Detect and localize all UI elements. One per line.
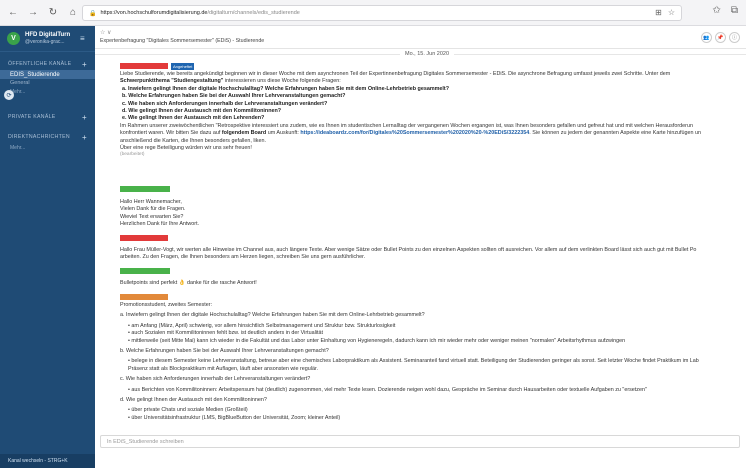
message-text: danke für die rasche Antwort!: [185, 280, 257, 286]
back-icon[interactable]: ←: [6, 6, 20, 20]
message-text: Im Rahmen unserer zweiwöchentlichen "Ret…: [120, 122, 693, 129]
message-post: Hallo Frau Müller-Vogt, wir werten alle …: [120, 235, 740, 262]
question-c: c. Wie haben sich Anforderungen innerhal…: [120, 376, 311, 383]
add-direct-message-icon[interactable]: +: [82, 133, 87, 142]
message-text: Hallo Frau Müller-Vogt, wir werten alle …: [120, 247, 697, 253]
direct-messages-header: DIREKTNACHRICHTEN +: [0, 131, 95, 143]
list-item: • über private Chats und soziale Medien …: [128, 407, 248, 414]
edited-label: (bearbeitet): [120, 152, 145, 158]
date-label: Mo., 15. Jun 2020: [400, 51, 455, 57]
message-text-bold: Schwerpunktthema "Studiengestaltung": [120, 78, 224, 85]
loading-icon: ⟳: [4, 90, 14, 100]
question-d: d. Wie gelingt Ihnen der Austausch mit d…: [120, 397, 267, 404]
redacted-username: [120, 235, 168, 241]
forward-icon[interactable]: →: [26, 6, 40, 20]
message-text: . Sie können zu jedem der genannten Aspe…: [529, 130, 702, 137]
ideaboard-link[interactable]: https://ideaboardz.com/for/Digitales%20S…: [300, 130, 529, 136]
sidebar-item-edis-studierende[interactable]: EDIS_Studierende: [0, 70, 95, 79]
url-host: https://von.hochschulforumdigitalisierun…: [100, 10, 208, 16]
message-text: Herzlichen Dank für Ihre Antwort.: [120, 221, 200, 228]
sidebar: V HFD DigitalTurn @veronika-grac... ≡ ÖF…: [0, 26, 95, 468]
sidebar-item-label: General: [10, 80, 30, 86]
redacted-username: [120, 268, 170, 274]
lock-icon: 🔒: [89, 10, 97, 17]
message-post: Bulletpoints sind perfekt 👌 danke für di…: [120, 268, 740, 287]
message-text: Wieviel Text erwarten Sie?: [120, 213, 184, 220]
workspace-name: HFD DigitalTurn: [25, 32, 71, 38]
direct-messages-label: DIREKTNACHRICHTEN: [8, 134, 70, 140]
channel-title: Expertenbefragung "Digitales Sommersemes…: [100, 38, 265, 44]
list-item: • aus Berichten von Kommilitoninnen: Arb…: [128, 386, 647, 393]
message-text: Liebe Studierende, wie bereits angekündi…: [120, 71, 671, 77]
message-input[interactable]: In EDiS_Studierende schreiben: [100, 435, 740, 448]
question-b: b. Welche Erfahrungen haben Sie bei der …: [120, 348, 329, 355]
message-text-bold: folgendem Board: [221, 130, 267, 137]
message-text: Hallo Herr Wannemacher,: [120, 199, 182, 205]
avatar: V: [7, 32, 20, 45]
public-channels-label: ÖFFENTLICHE KANÄLE: [8, 61, 72, 67]
workspace-user: @veronika-grac...: [25, 39, 65, 45]
private-channels-header: PRIVATE KANÄLE +: [0, 111, 95, 123]
members-icon[interactable]: 👥: [701, 32, 712, 43]
message-list: Mo., 15. Jun 2020 Angeheftet Liebe Studi…: [95, 49, 746, 434]
list-item: Präsenz statt als Blockpraktikum mit Auf…: [128, 365, 318, 372]
bookmark-star-icon[interactable]: ☆: [668, 8, 675, 17]
list-item: • belege in diesem Semester keine Lehrve…: [128, 358, 699, 365]
pinned-icon[interactable]: 📌: [715, 32, 726, 43]
add-public-channel-icon[interactable]: +: [82, 60, 87, 69]
redacted-username: [120, 186, 170, 192]
collections-icon[interactable]: ⧉: [731, 5, 738, 16]
question-a: a. Inwiefern gelingt Ihnen der digitale …: [120, 312, 425, 319]
message-text: um Auskunft:: [266, 130, 301, 137]
message-post: Angeheftet Liebe Studierende, wie bereit…: [120, 63, 740, 157]
message-text: Bulletpoints sind perfekt: [120, 280, 179, 286]
reload-icon[interactable]: ↻: [46, 6, 60, 20]
question-b: b. Welche Erfahrungen haben Sie bei der …: [122, 93, 346, 100]
question-a: a. Inwiefern gelingt Ihnen der digitale …: [122, 85, 449, 92]
list-item: • über Universitätsinfrastruktur (LMS, B…: [128, 414, 341, 421]
message-post: Hallo Herr Wannemacher, Vielen Dank für …: [120, 186, 740, 229]
message-text: arbeiten. Zu den Fragen, die Ihnen beson…: [120, 254, 366, 261]
pinned-badge: Angeheftet: [171, 63, 195, 70]
sidebar-item-general[interactable]: General: [0, 79, 95, 87]
message-text: anschließend die Karten, die Ihnen beson…: [120, 137, 266, 144]
message-text: Promotionsstudent, zweites Semester:: [120, 302, 212, 308]
list-item: • mittlerweile (seit Mitte Mai) kann ich…: [128, 337, 626, 344]
browser-toolbar: ← → ↻ ⌂ 🔒 https://von.hochschulforumdigi…: [0, 0, 746, 26]
list-item: • am Anfang (März, April) schwierig, vor…: [128, 322, 396, 329]
redacted-username: [120, 294, 168, 300]
info-icon[interactable]: ⓘ: [729, 32, 740, 43]
more-public-channels-link[interactable]: Mehr...: [0, 87, 95, 97]
message-post: Promotionsstudent, zweites Semester: a. …: [120, 294, 740, 422]
message-text: Über eine rege Beteiligung würden wir un…: [120, 145, 252, 152]
question-d: d. Wie gelingt Ihnen der Austausch mit d…: [122, 108, 282, 115]
hamburger-menu-icon[interactable]: ≡: [80, 34, 85, 43]
reader-view-icon[interactable]: ⊞: [655, 8, 662, 17]
url-path: /digitalturn/channels/edis_studierende: [207, 10, 300, 16]
add-private-channel-icon[interactable]: +: [82, 113, 87, 122]
question-c: c. Wie haben sich Anforderungen innerhal…: [122, 100, 328, 107]
favorite-channel-icon[interactable]: ☆ ∨: [100, 29, 111, 36]
redacted-username: [120, 63, 168, 69]
message-text: Vielen Dank für die Fragen.: [120, 206, 186, 213]
workspace-header[interactable]: V HFD DigitalTurn @veronika-grac... ≡: [0, 26, 95, 52]
message-text: interessieren uns diese Woche folgende F…: [223, 78, 341, 85]
public-channels-header: ÖFFENTLICHE KANÄLE +: [0, 58, 95, 70]
favorites-icon[interactable]: ✩: [712, 5, 720, 16]
channel-header: ☆ ∨ Expertenbefragung "Digitales Sommers…: [95, 26, 746, 49]
list-item: • auch Sozialen mit Kommilitoninnen fehl…: [128, 330, 324, 337]
private-channels-label: PRIVATE KANÄLE: [8, 114, 56, 120]
sidebar-item-label: EDIS_Studierende: [10, 71, 60, 78]
home-icon[interactable]: ⌂: [66, 6, 80, 20]
more-direct-messages-link[interactable]: Mehr...: [0, 143, 95, 153]
address-bar[interactable]: 🔒 https://von.hochschulforumdigitalisier…: [82, 5, 682, 21]
switch-channel-shortcut[interactable]: Kanal wechseln - STRG+K: [0, 454, 95, 468]
message-text: konfrontiert waren. Wir bitten Sie dazu …: [120, 130, 222, 137]
question-e: e. Wie gelingt Ihnen der Austausch mit d…: [122, 115, 265, 122]
